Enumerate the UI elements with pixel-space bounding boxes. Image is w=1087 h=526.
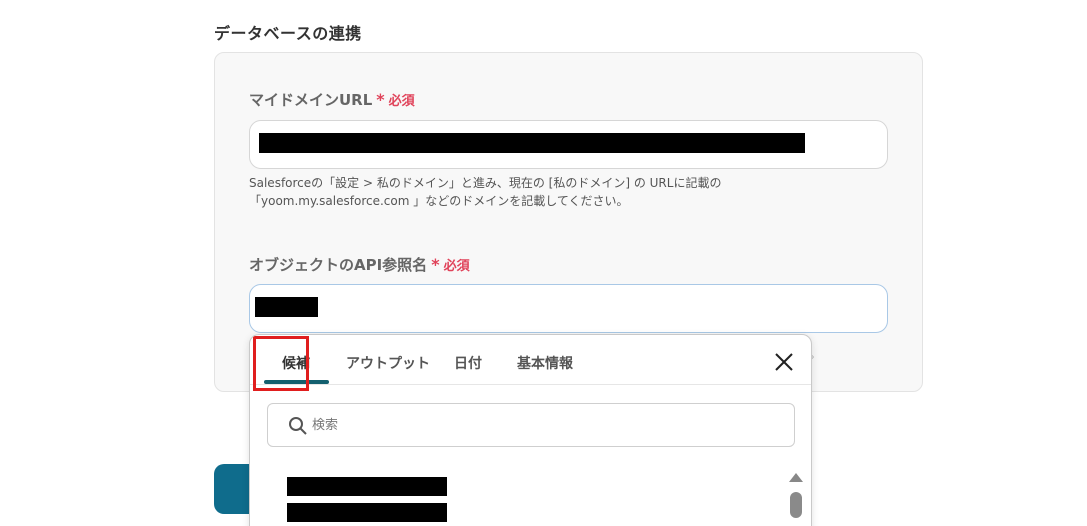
object-api-input[interactable] [249, 284, 888, 333]
scrollbar-thumb[interactable] [790, 492, 802, 518]
help-line-2: 「yoom.my.salesforce.com 」などのドメインを記載してくださ… [249, 194, 629, 208]
scroll-up-arrow[interactable] [789, 473, 803, 482]
object-api-label-text: オブジェクトのAPI参照名 [249, 256, 428, 274]
domain-url-label: マイドメインURL * 必須 [249, 89, 415, 110]
object-api-label: オブジェクトのAPI参照名 * 必須 [249, 254, 470, 275]
help-line-1: Salesforceの「設定 > 私のドメイン」と進み、現在の [私のドメイン]… [249, 176, 722, 190]
domain-url-input[interactable] [249, 120, 888, 169]
tab-date[interactable]: 日付 [454, 353, 482, 373]
close-icon[interactable] [773, 351, 795, 373]
tab-basic-info[interactable]: 基本情報 [517, 353, 573, 373]
required-star: * [376, 90, 385, 109]
required-text: 必須 [443, 259, 470, 274]
search-box [267, 403, 795, 447]
dropdown-tabs: 候補 アウトプット 日付 基本情報 [250, 335, 811, 391]
redacted-value [255, 297, 318, 317]
tab-output[interactable]: アウトプット [346, 353, 430, 373]
required-star: * [431, 255, 440, 274]
search-icon [289, 417, 307, 435]
highlight-box [253, 336, 309, 391]
suggestion-option[interactable] [287, 503, 447, 522]
domain-url-label-text: マイドメインURL [249, 91, 373, 109]
suggestion-option[interactable] [287, 477, 447, 496]
domain-url-help: Salesforceの「設定 > 私のドメイン」と進み、現在の [私のドメイン]… [249, 174, 889, 210]
required-text: 必須 [388, 94, 415, 109]
suggestion-dropdown: 候補 アウトプット 日付 基本情報 [249, 334, 812, 526]
redacted-value [259, 133, 805, 153]
search-input[interactable] [312, 414, 762, 436]
section-title: データベースの連携 [214, 24, 362, 43]
